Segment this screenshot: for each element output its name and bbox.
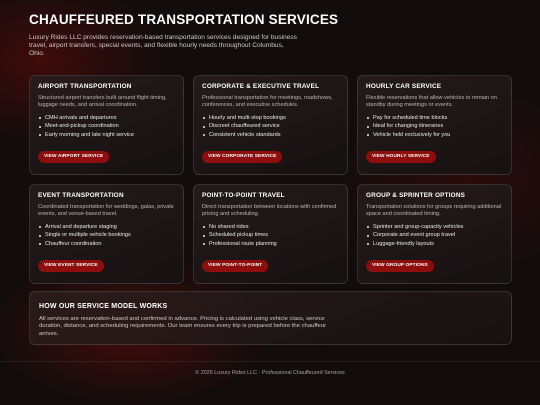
view-point-to-point-button[interactable]: VIEW POINT-TO-POINT	[202, 260, 269, 272]
card-bullet: CMH arrivals and departures	[38, 114, 175, 123]
service-card-airport: AIRPORT TRANSPORTATION Structured airpor…	[29, 75, 184, 175]
card-title: AIRPORT TRANSPORTATION	[38, 83, 132, 90]
card-bullet: Professional route planning	[202, 240, 339, 249]
card-bullet: Sprinter and group-capacity vehicles	[366, 223, 503, 232]
service-model-panel: HOW OUR SERVICE MODEL WORKS All services…	[29, 291, 512, 345]
card-bullet: Pay for scheduled time blocks	[366, 114, 503, 123]
footer-divider	[0, 361, 540, 362]
service-card-corporate: CORPORATE & EXECUTIVE TRAVEL Professiona…	[193, 75, 348, 175]
card-bullet-list: CMH arrivals and departures Meet-and-pic…	[38, 114, 175, 140]
service-card-point-to-point: POINT-TO-POINT TRAVEL Direct transportat…	[193, 184, 348, 284]
card-bullet: Ideal for changing itineraries	[366, 122, 503, 131]
view-hourly-service-button[interactable]: VIEW HOURLY SERVICE	[366, 151, 436, 163]
card-bullet-list: Sprinter and group-capacity vehicles Cor…	[366, 223, 503, 249]
service-card-hourly: HOURLY CAR SERVICE Flexible reservations…	[357, 75, 512, 175]
card-bullet: No shared rides	[202, 223, 339, 232]
view-corporate-service-button[interactable]: VIEW CORPORATE SERVICE	[202, 151, 283, 163]
card-bullet: Consistent vehicle standards	[202, 131, 339, 140]
card-description: Direct transportation between locations …	[202, 204, 337, 217]
card-description: Coordinated transportation for weddings,…	[38, 204, 174, 217]
card-bullet-list: No shared rides Scheduled pickup times P…	[202, 223, 339, 249]
card-bullet: Corporate and event group travel	[366, 231, 503, 240]
card-description: Structured airport transfers built aroun…	[38, 95, 167, 108]
card-bullet: Vehicle held exclusively for you	[366, 131, 503, 140]
card-bullet: Early morning and late night service	[38, 131, 175, 140]
card-title: GROUP & SPRINTER OPTIONS	[366, 192, 466, 199]
card-title: HOURLY CAR SERVICE	[366, 83, 442, 90]
services-grid: AIRPORT TRANSPORTATION Structured airpor…	[29, 75, 512, 284]
card-title: EVENT TRANSPORTATION	[38, 192, 124, 199]
card-bullet: Chauffeur coordination	[38, 240, 175, 249]
card-description: Flexible reservations that allow vehicle…	[366, 95, 497, 108]
service-model-title: HOW OUR SERVICE MODEL WORKS	[39, 303, 168, 310]
card-description: Professional transportation for meetings…	[202, 95, 333, 108]
view-airport-service-button[interactable]: VIEW AIRPORT SERVICE	[38, 151, 110, 163]
card-title: POINT-TO-POINT TRAVEL	[202, 192, 285, 199]
view-event-service-button[interactable]: VIEW EVENT SERVICE	[38, 260, 104, 272]
card-bullet: Arrival and departure staging	[38, 223, 175, 232]
card-description: Transportation solutions for groups requ…	[366, 204, 502, 217]
card-bullet: Hourly and multi-stop bookings	[202, 114, 339, 123]
page-header: CHAUFFEURED TRANSPORTATION SERVICES Luxu…	[29, 12, 339, 59]
page-intro: Luxury Rides LLC provides reservation-ba…	[29, 34, 297, 58]
card-bullet: Scheduled pickup times	[202, 231, 339, 240]
card-bullet-list: Hourly and multi-stop bookings Discreet …	[202, 114, 339, 140]
card-title: CORPORATE & EXECUTIVE TRAVEL	[202, 83, 320, 90]
card-bullet-list: Arrival and departure staging Single or …	[38, 223, 175, 249]
view-group-options-button[interactable]: VIEW GROUP OPTIONS	[366, 260, 434, 272]
card-bullet: Meet-and-pickup coordination	[38, 122, 175, 131]
page-title: CHAUFFEURED TRANSPORTATION SERVICES	[29, 12, 339, 27]
card-bullet: Single or multiple vehicle bookings	[38, 231, 175, 240]
card-bullet-list: Pay for scheduled time blocks Ideal for …	[366, 114, 503, 140]
service-card-event: EVENT TRANSPORTATION Coordinated transpo…	[29, 184, 184, 284]
service-model-text: All services are reservation-based and c…	[39, 316, 327, 337]
footer-copyright: © 2025 Luxury Rides LLC · Professional C…	[195, 370, 345, 376]
card-bullet: Discreet chauffeured service	[202, 122, 339, 131]
card-bullet: Luggage-friendly layouts	[366, 240, 503, 249]
service-card-group: GROUP & SPRINTER OPTIONS Transportation …	[357, 184, 512, 284]
